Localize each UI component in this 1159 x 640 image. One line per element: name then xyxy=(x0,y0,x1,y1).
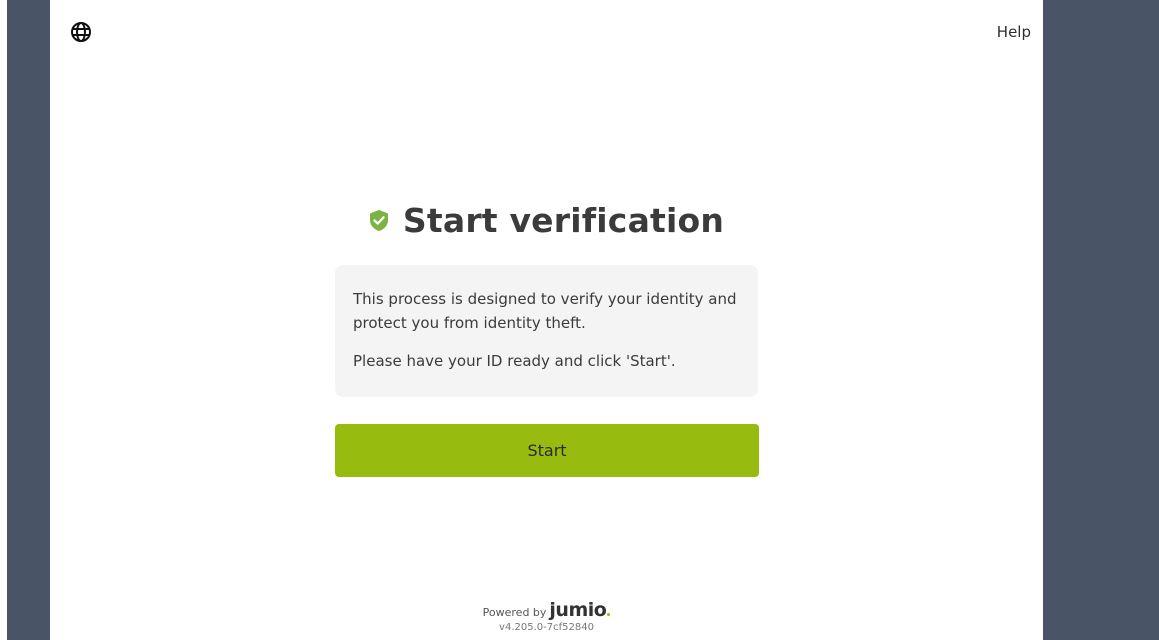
verification-panel: Help Start verification This process is … xyxy=(50,5,1043,640)
shield-check-icon xyxy=(369,209,389,232)
title-row: Start verification xyxy=(50,201,1043,240)
page-title: Start verification xyxy=(402,201,725,240)
jumio-logo: jumio xyxy=(549,599,611,621)
powered-by-row: Powered by jumio xyxy=(50,599,1043,621)
info-box: This process is designed to verify your … xyxy=(335,265,758,397)
left-edge xyxy=(0,0,7,640)
version-text: v4.205.0-7cf52840 xyxy=(499,622,594,633)
left-backdrop xyxy=(7,0,50,640)
help-link[interactable]: Help xyxy=(997,23,1031,41)
start-button[interactable]: Start xyxy=(335,424,759,477)
powered-by-text: Powered by xyxy=(482,606,547,619)
footer: Powered by jumio v4.205.0-7cf52840 xyxy=(50,599,1043,633)
info-text-purpose: This process is designed to verify your … xyxy=(353,290,737,332)
jumio-logo-text: jumio xyxy=(549,599,607,621)
jumio-logo-dot xyxy=(607,613,611,616)
globe-icon[interactable] xyxy=(70,21,92,43)
right-backdrop xyxy=(1043,0,1159,640)
info-text-instruction: Please have your ID ready and click 'Sta… xyxy=(353,352,676,370)
